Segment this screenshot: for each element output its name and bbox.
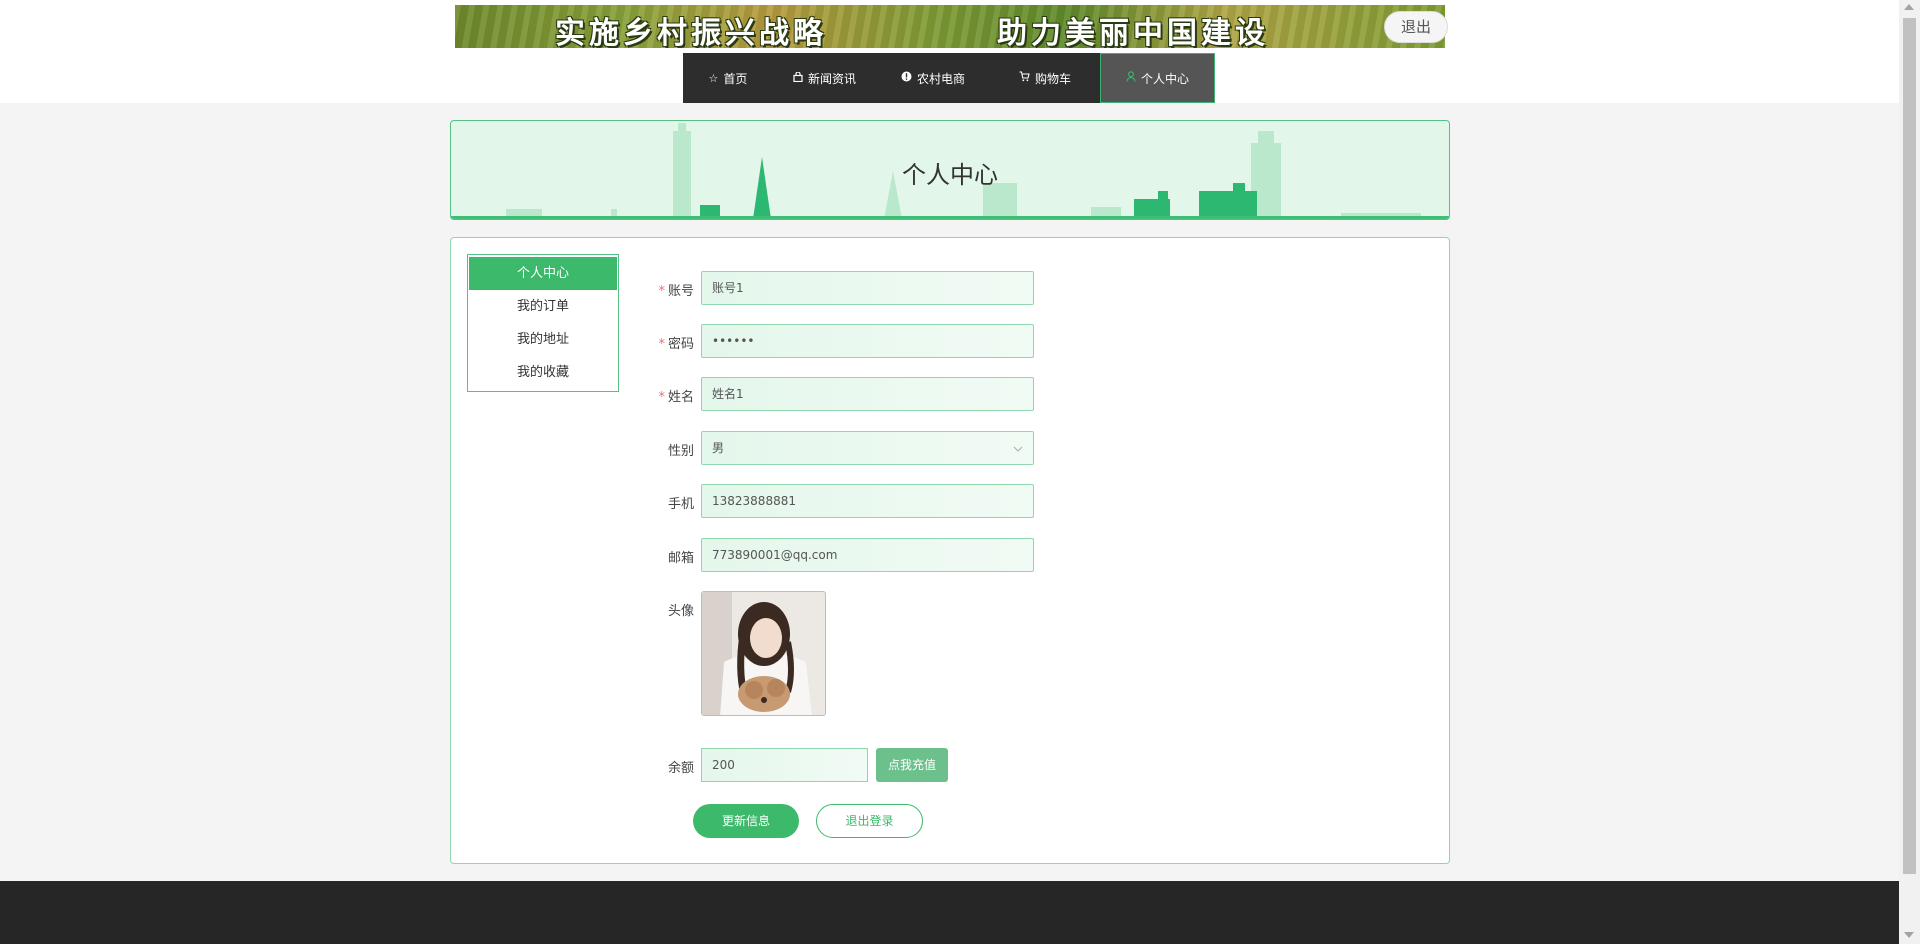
nav-item-cart[interactable]: 购物车 bbox=[990, 53, 1100, 103]
required-mark: * bbox=[658, 284, 665, 299]
nav-item-label: 首页 bbox=[723, 71, 748, 86]
nav-item-label: 个人中心 bbox=[1140, 71, 1189, 86]
update-info-button[interactable]: 更新信息 bbox=[693, 804, 799, 838]
bag-icon bbox=[793, 70, 803, 85]
sidebar-item-profile[interactable]: 个人中心 bbox=[469, 257, 617, 290]
info-icon bbox=[901, 71, 912, 85]
password-field[interactable]: •••••• bbox=[701, 324, 1034, 358]
nav-item-label: 新闻资讯 bbox=[807, 71, 856, 86]
user-icon bbox=[1126, 71, 1136, 85]
name-field[interactable]: 姓名1 bbox=[701, 377, 1034, 411]
logout-link[interactable]: 退出 bbox=[1384, 11, 1448, 43]
nav-item-ecommerce[interactable]: 农村电商 bbox=[876, 53, 990, 103]
scroll-down-arrow-icon[interactable] bbox=[1904, 932, 1914, 938]
sidebar-item-favorites[interactable]: 我的收藏 bbox=[469, 356, 617, 389]
nav-item-label: 购物车 bbox=[1034, 71, 1071, 86]
star-icon: ☆ bbox=[708, 71, 719, 85]
scroll-up-arrow-icon[interactable] bbox=[1904, 4, 1914, 10]
balance-field[interactable]: 200 bbox=[701, 748, 868, 782]
sidebar-menu: 个人中心 我的订单 我的地址 我的收藏 bbox=[467, 254, 619, 392]
gender-label: 性别 bbox=[667, 444, 694, 459]
chevron-down-icon bbox=[1013, 432, 1023, 464]
page-header: 个人中心 bbox=[450, 120, 1450, 220]
sidebar-item-orders[interactable]: 我的订单 bbox=[469, 290, 617, 323]
banner-slogan-right: 助力美丽中国建设 bbox=[997, 16, 1269, 48]
cart-icon bbox=[1019, 71, 1030, 85]
footer bbox=[0, 881, 1899, 944]
email-label: 邮箱 bbox=[667, 551, 694, 566]
gender-select[interactable]: 男 bbox=[701, 431, 1034, 465]
recharge-button[interactable]: 点我充值 bbox=[876, 748, 948, 782]
main-nav: ☆ 首页 新闻资讯 农村电商 购物车 个人中心 bbox=[683, 53, 1215, 103]
avatar-label: 头像 bbox=[667, 604, 694, 619]
required-mark: * bbox=[658, 337, 665, 352]
vertical-scrollbar[interactable] bbox=[1899, 0, 1920, 944]
page-title: 个人中心 bbox=[902, 161, 998, 189]
banner: 实施乡村振兴战略 助力美丽中国建设 bbox=[455, 5, 1445, 48]
header-baseline bbox=[451, 216, 1449, 219]
nav-item-home[interactable]: ☆ 首页 bbox=[683, 53, 773, 103]
nav-item-profile[interactable]: 个人中心 bbox=[1100, 53, 1215, 103]
account-field[interactable]: 账号1 bbox=[701, 271, 1034, 305]
avatar-photo bbox=[702, 592, 825, 715]
logout-button[interactable]: 退出登录 bbox=[816, 804, 923, 838]
phone-label: 手机 bbox=[667, 497, 694, 512]
password-label: * 密码 bbox=[658, 337, 694, 352]
gender-value: 男 bbox=[712, 441, 725, 455]
required-mark: * bbox=[658, 390, 665, 405]
banner-slogan-left: 实施乡村振兴战略 bbox=[555, 16, 827, 48]
nav-item-label: 农村电商 bbox=[916, 71, 965, 86]
avatar-upload[interactable] bbox=[701, 591, 826, 716]
scrollbar-thumb[interactable] bbox=[1903, 18, 1916, 874]
phone-field[interactable]: 13823888881 bbox=[701, 484, 1034, 518]
email-field[interactable]: 773890001@qq.com bbox=[701, 538, 1034, 572]
sidebar-item-address[interactable]: 我的地址 bbox=[469, 323, 617, 356]
name-label: * 姓名 bbox=[658, 390, 694, 405]
nav-item-news[interactable]: 新闻资讯 bbox=[773, 53, 876, 103]
balance-label: 余额 bbox=[667, 761, 694, 776]
account-label: * 账号 bbox=[658, 284, 694, 299]
